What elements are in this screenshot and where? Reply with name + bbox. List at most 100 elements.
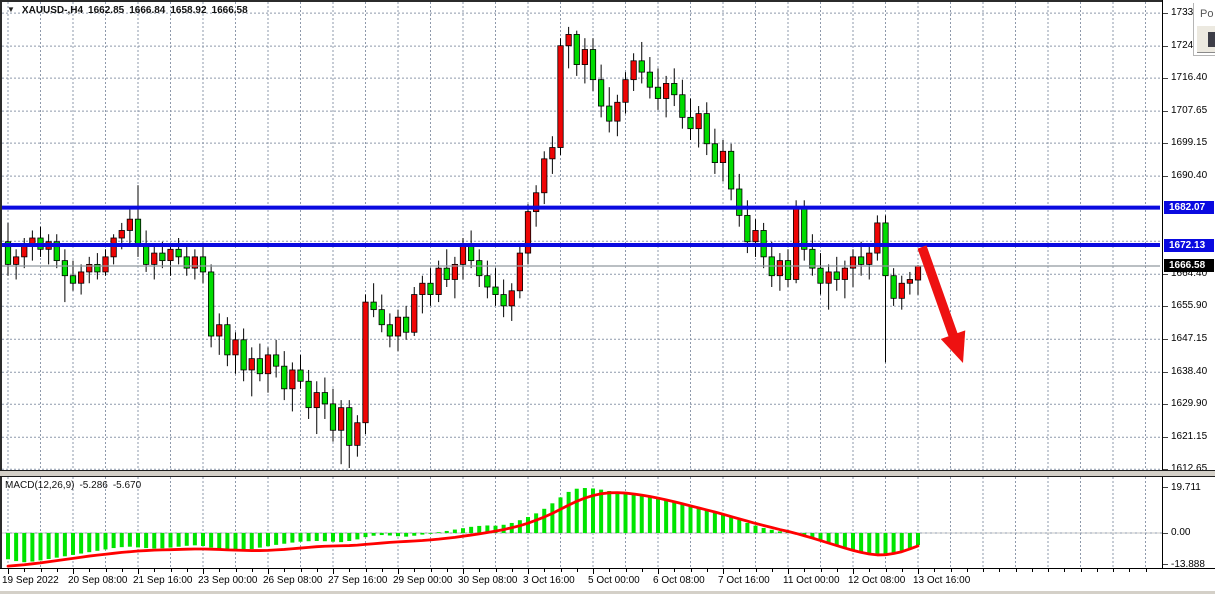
macd-histogram-bar — [583, 488, 587, 533]
time-axis-minor-tick — [171, 569, 172, 572]
time-axis-minor-tick — [89, 569, 90, 572]
time-axis-minor-tick — [154, 569, 155, 572]
price-axis-tick — [1163, 143, 1168, 144]
macd-histogram-bar — [177, 533, 181, 547]
bull-candle — [826, 272, 831, 283]
price-axis-tick — [1163, 274, 1168, 275]
bear-candle — [598, 80, 603, 106]
price-axis-tick — [1163, 78, 1168, 79]
time-axis-minor-tick — [382, 569, 383, 572]
bull-candle — [915, 266, 920, 280]
bull-candle — [249, 359, 254, 370]
time-axis-minor-tick — [999, 569, 1000, 572]
macd-histogram-bar — [599, 490, 603, 533]
macd-histogram-bar — [737, 520, 741, 533]
macd-scale-label: 0.00 — [1171, 527, 1190, 538]
macd-name: MACD(12,26,9) — [5, 480, 74, 491]
bear-candle — [379, 310, 384, 325]
bear-candle — [574, 34, 579, 64]
arrow-head — [941, 330, 966, 363]
bear-candle — [607, 106, 612, 121]
macd-histogram-bar — [185, 533, 189, 546]
macd-indicator-pane[interactable] — [0, 477, 1162, 568]
bull-candle — [168, 249, 173, 260]
window-left-border — [0, 0, 2, 594]
time-axis-tick — [73, 569, 74, 574]
time-axis-label: 30 Sep 08:00 — [458, 575, 518, 586]
down-arrow-annotation[interactable] — [922, 247, 965, 363]
time-axis-label: 27 Sep 16:00 — [328, 575, 388, 586]
price-axis-tick — [1163, 437, 1168, 438]
bull-candle — [13, 257, 18, 265]
symbol-dropdown-icon[interactable]: ▼ — [7, 5, 15, 14]
bear-candle — [688, 117, 693, 128]
bear-candle — [298, 370, 303, 381]
macd-histogram-bar — [607, 491, 611, 533]
macd-histogram-bar — [745, 523, 749, 533]
bull-candle — [623, 80, 628, 103]
macd-histogram-bar — [713, 512, 717, 533]
bull-candle — [103, 257, 108, 272]
time-axis-minor-tick — [1113, 569, 1114, 572]
bear-candle — [62, 261, 67, 276]
macd-canvas[interactable] — [0, 477, 1162, 568]
popup-button[interactable] — [1196, 25, 1215, 53]
bear-candle — [160, 253, 165, 261]
macd-histogram-bar — [689, 506, 693, 533]
macd-histogram-bar — [851, 533, 855, 550]
macd-histogram-bar — [884, 533, 888, 554]
macd-histogram-bar — [624, 493, 628, 533]
time-axis-minor-tick — [1048, 569, 1049, 572]
time-axis-tick — [8, 569, 9, 574]
bull-candle — [119, 230, 124, 238]
bull-candle — [233, 340, 238, 355]
price-chart-canvas[interactable] — [0, 0, 1162, 470]
macd-histogram-bar — [63, 533, 67, 556]
price-axis-tick — [1163, 306, 1168, 307]
line-price-badge: 1672.13 — [1164, 239, 1214, 252]
bull-candle — [720, 151, 725, 162]
time-axis-minor-tick — [366, 569, 367, 572]
macd-histogram-bar — [104, 533, 108, 549]
macd-histogram-bar — [30, 533, 34, 562]
macd-histogram-bar — [79, 533, 83, 554]
macd-histogram-bar — [412, 533, 416, 536]
bear-candle — [728, 151, 733, 189]
macd-histogram-bar — [404, 533, 408, 537]
bull-candle — [582, 50, 587, 65]
macd-histogram-bar — [201, 533, 205, 546]
bull-candle — [22, 246, 27, 257]
bull-candle — [78, 272, 83, 283]
bull-candle — [899, 283, 904, 298]
macd-histogram-bar — [567, 492, 571, 533]
main-chart-pane[interactable] — [0, 0, 1162, 470]
time-axis-tick — [918, 569, 919, 574]
macd-histogram-bar — [95, 533, 99, 551]
macd-histogram-bar — [372, 533, 376, 536]
time-axis-label: 13 Oct 16:00 — [913, 575, 970, 586]
time-axis-minor-tick — [219, 569, 220, 572]
macd-histogram-bar — [209, 533, 213, 548]
popup-text: Po — [1200, 8, 1213, 20]
time-axis-label: 11 Oct 00:00 — [783, 575, 840, 586]
price-axis-label: 1621.15 — [1171, 431, 1207, 442]
time-axis-minor-tick — [837, 569, 838, 572]
time-axis-minor-tick — [284, 569, 285, 572]
bull-candle — [217, 325, 222, 336]
macd-histogram-bar — [128, 533, 132, 547]
macd-histogram-bar — [477, 526, 481, 533]
macd-histogram-bar — [339, 533, 343, 542]
time-axis-minor-tick — [951, 569, 952, 572]
bull-candle — [412, 295, 417, 333]
macd-histogram-bar — [778, 531, 782, 533]
time-axis-minor-tick — [674, 569, 675, 572]
time-axis-minor-tick — [479, 569, 480, 572]
bear-candle — [647, 72, 652, 87]
bull-candle — [509, 291, 514, 306]
macd-histogram-bar — [648, 496, 652, 533]
bear-candle — [282, 366, 287, 389]
price-axis-tick — [1163, 46, 1168, 47]
time-axis[interactable]: 19 Sep 202220 Sep 08:0021 Sep 16:0023 Se… — [0, 568, 1215, 591]
price-axis[interactable]: 1733.651724.901716.401707.651699.151690.… — [1162, 0, 1215, 568]
pane-divider[interactable] — [0, 470, 1215, 477]
